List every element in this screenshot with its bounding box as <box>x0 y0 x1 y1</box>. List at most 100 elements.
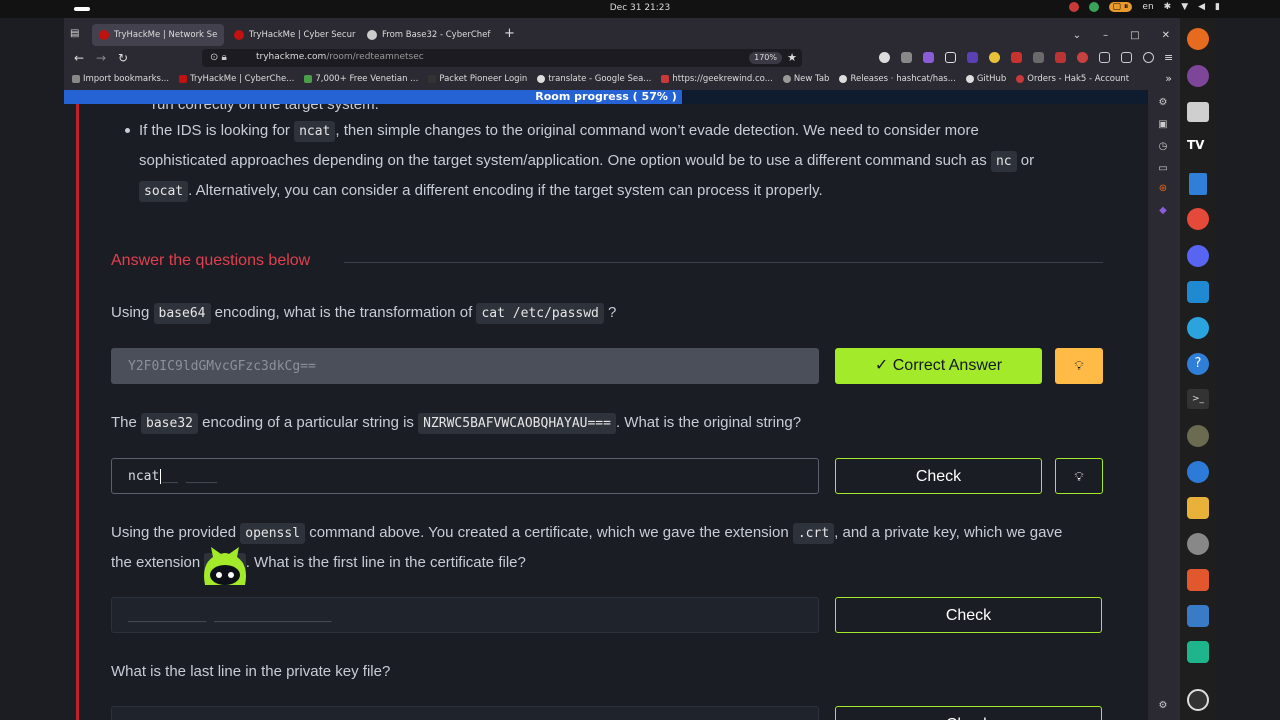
volume-icon[interactable]: ◀ <box>1198 2 1205 12</box>
tab-network-security[interactable]: TryHackMe | Network Se × <box>92 24 224 46</box>
answer-3-field[interactable]: __________ _______________ <box>111 597 819 633</box>
lock-icon[interactable]: ⊙ 🔒︎ <box>210 52 227 63</box>
url-bar[interactable]: ⊙ 🔒︎ tryhackme.com/room/redteamnetsec 17… <box>202 49 802 67</box>
google-favicon <box>537 75 546 83</box>
bookmarks-overflow-icon[interactable]: » <box>1165 72 1172 85</box>
account-icon[interactable] <box>1143 52 1154 63</box>
check-button[interactable]: Check <box>835 597 1102 633</box>
app-icon[interactable] <box>1187 641 1209 663</box>
tradingview-icon[interactable]: TV <box>1187 138 1209 158</box>
extension-icon[interactable] <box>1055 52 1066 63</box>
zoom-level[interactable]: 170% <box>749 52 782 64</box>
extension-icon[interactable] <box>879 52 890 63</box>
vscode-icon[interactable] <box>1187 281 1209 303</box>
back-icon[interactable]: ← <box>74 51 84 65</box>
question-2-text: The base32 encoding of a particular stri… <box>111 408 801 438</box>
minimize-icon[interactable]: – <box>1103 30 1108 41</box>
bookmark-star-icon[interactable]: ★ <box>787 51 797 64</box>
screenshot-icon[interactable] <box>1121 52 1132 63</box>
maximize-icon[interactable]: □ <box>1130 30 1139 41</box>
bookmark-label: translate - Google Sea... <box>548 74 652 84</box>
close-tab-icon[interactable]: × <box>223 30 224 40</box>
keyboard-lang[interactable]: en <box>1142 2 1153 12</box>
screen-record-icon[interactable]: ▢ ⏸ <box>1108 2 1133 12</box>
tab-cyber-security[interactable]: TryHackMe | Cyber Secur× <box>227 24 357 46</box>
help-icon[interactable]: ? <box>1187 353 1209 375</box>
bookmark-item[interactable]: Packet Pioneer Login <box>428 74 527 84</box>
accessibility-icon[interactable]: ✱ <box>1164 2 1172 12</box>
ubuntu-icon[interactable] <box>1187 689 1209 711</box>
inline-code: socat <box>139 181 189 202</box>
check-button[interactable]: Check <box>835 706 1102 720</box>
sidebar-toggle-icon[interactable] <box>1099 52 1110 63</box>
import-icon <box>72 75 80 83</box>
browser-sidebar: ⚙ ▣ ◷ ▭ ⊛ ◆ ⚙ <box>1148 90 1180 720</box>
answer-1-field[interactable]: Y2F0IC9ldGMvcGFzc3dkCg== <box>111 348 819 384</box>
extension-icon[interactable] <box>1033 52 1044 63</box>
record-icon[interactable] <box>1068 2 1079 12</box>
close-window-icon[interactable]: ✕ <box>1162 30 1170 41</box>
bookmarks-icon[interactable]: ▣ <box>1157 119 1169 131</box>
firefox-icon[interactable] <box>1187 28 1209 50</box>
url-text[interactable]: tryhackme.com/room/redteamnetsec <box>256 52 424 62</box>
extension-icon[interactable] <box>945 52 956 63</box>
bookmark-item[interactable]: New Tab <box>782 74 829 84</box>
bookmark-item[interactable]: Orders - Hak5 - Account <box>1016 74 1129 84</box>
shield-icon[interactable] <box>1088 2 1099 12</box>
lightbulb-icon[interactable]: 💡︎ <box>1055 458 1103 494</box>
files-icon[interactable] <box>1187 102 1209 122</box>
app-icon[interactable] <box>1187 208 1209 230</box>
rhythmbox-icon[interactable] <box>1187 497 1209 519</box>
wireshark-icon[interactable] <box>1187 605 1209 627</box>
bookmark-item[interactable]: 7,000+ Free Venetian ... <box>304 74 418 84</box>
bookmark-item[interactable]: https://geekrewind.co... <box>661 74 773 84</box>
bookmark-item[interactable]: TryHackMe | CyberChe... <box>179 74 294 84</box>
bookmark-item[interactable]: translate - Google Sea... <box>537 74 651 84</box>
check-button[interactable]: Check <box>835 458 1042 494</box>
text: command above. You created a certificate… <box>305 524 793 541</box>
text: , and a private key, which we gave <box>834 524 1063 541</box>
question-3-text: Using the provided openssl command above… <box>111 518 1062 578</box>
menu-icon[interactable]: ≡ <box>1164 51 1173 64</box>
tab-list-icon[interactable]: ▤ <box>70 28 79 39</box>
bookmark-item[interactable]: Releases · hashcat/has... <box>839 74 956 84</box>
telegram-icon[interactable] <box>1187 317 1209 339</box>
extension-icon[interactable] <box>923 52 934 63</box>
reload-icon[interactable]: ↻ <box>118 51 128 65</box>
extension-icon[interactable] <box>901 52 912 63</box>
tab-cyberchef[interactable]: From Base32 - CyberChef× <box>360 24 494 46</box>
docs-icon[interactable] <box>1189 173 1207 195</box>
terminal-icon[interactable]: >_ <box>1187 389 1209 409</box>
customize-icon[interactable]: ⚙ <box>1157 700 1169 712</box>
history-icon[interactable]: ◷ <box>1157 141 1169 153</box>
pocket-icon[interactable]: ⊛ <box>1157 183 1169 195</box>
extension-icon[interactable] <box>1077 52 1088 63</box>
new-tab-icon[interactable]: + <box>504 26 515 41</box>
inline-code: ncat <box>294 121 336 142</box>
os-top-bar: Dec 31 21:23 ▢ ⏸ en ✱ ▼ ◀ ▮ <box>0 0 1280 18</box>
extension-icon[interactable] <box>989 52 1000 63</box>
answer-4-field[interactable] <box>111 706 819 720</box>
bookmark-item[interactable]: GitHub <box>965 74 1006 84</box>
extension-icon[interactable] <box>967 52 978 63</box>
lightbulb-icon[interactable]: 💡︎ <box>1055 348 1103 384</box>
timer-icon[interactable] <box>1187 533 1209 555</box>
browser-chrome: ▤ TryHackMe | Network Se × TryHackMe | Cy… <box>64 18 1180 90</box>
bookmark-item[interactable]: Import bookmarks... <box>72 74 169 84</box>
discord-icon[interactable] <box>1187 245 1209 267</box>
questions-header: Answer the questions below <box>111 252 1103 274</box>
answer-2-field[interactable]: ncat __ ____ <box>111 458 819 494</box>
settings-icon[interactable]: ⚙ <box>1157 97 1169 109</box>
tabs-icon[interactable]: ▭ <box>1157 163 1169 175</box>
tab-overflow-icon[interactable]: ⌄ <box>1073 30 1081 41</box>
correct-answer-button[interactable]: ✓ Correct Answer <box>835 348 1042 384</box>
software-icon[interactable] <box>1187 569 1209 591</box>
extension-icon[interactable] <box>1011 52 1022 63</box>
gimp-icon[interactable] <box>1187 425 1209 447</box>
forward-icon[interactable]: → <box>96 51 106 65</box>
extension-icon[interactable]: ◆ <box>1157 205 1169 217</box>
tor-browser-icon[interactable] <box>1187 65 1209 87</box>
battery-icon[interactable]: ▮ <box>1215 2 1220 12</box>
thunderbird-icon[interactable] <box>1187 461 1209 483</box>
wifi-icon[interactable]: ▼ <box>1181 2 1188 12</box>
